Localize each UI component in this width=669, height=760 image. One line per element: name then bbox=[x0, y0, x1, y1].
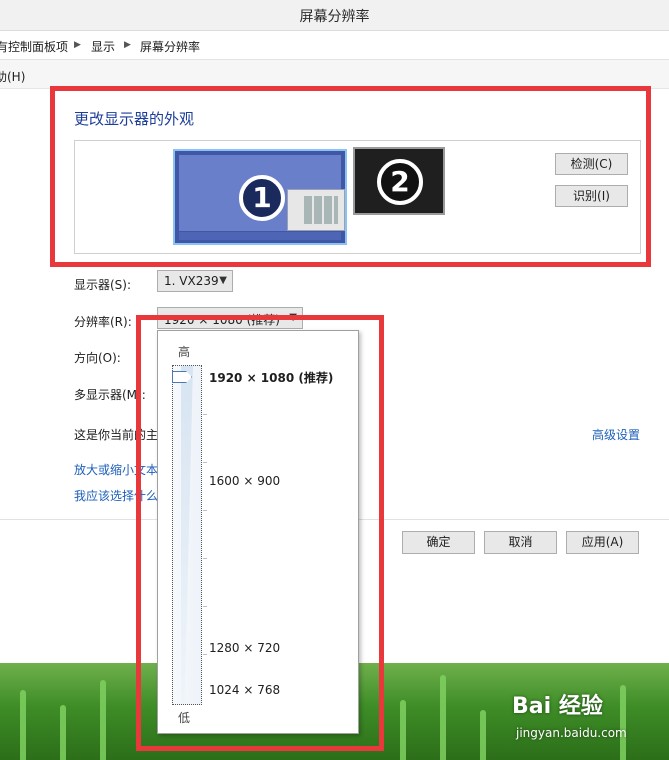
menu-bar: 助(H) bbox=[0, 60, 669, 89]
menu-help[interactable]: 助(H) bbox=[0, 68, 25, 85]
watermark-url: jingyan.baidu.com bbox=[516, 726, 627, 740]
cancel-button[interactable]: 取消 bbox=[484, 531, 557, 554]
display-select-value: 1. VX239 bbox=[164, 274, 219, 288]
chevron-right-icon: ▶ bbox=[74, 40, 81, 50]
chevron-right-icon: ▶ bbox=[124, 40, 131, 50]
display-label: 显示器(S): bbox=[74, 278, 132, 292]
breadcrumb-item-control-panel[interactable]: 有控制面板项 bbox=[0, 38, 68, 55]
apply-button[interactable]: 应用(A) bbox=[566, 531, 639, 554]
breadcrumb-item-resolution[interactable]: 屏幕分辨率 bbox=[140, 38, 200, 55]
advanced-settings-link[interactable]: 高级设置 bbox=[592, 426, 640, 443]
highlight-box-dropdown bbox=[136, 315, 384, 751]
title-bar: 屏幕分辨率 bbox=[0, 0, 669, 31]
orientation-label: 方向(O): bbox=[74, 351, 121, 365]
resolution-label: 分辨率(R): bbox=[74, 315, 132, 329]
display-select[interactable]: 1. VX239 ▼ bbox=[157, 270, 233, 292]
breadcrumb-item-display[interactable]: 显示 bbox=[91, 38, 115, 55]
chevron-down-icon: ▼ bbox=[219, 275, 227, 286]
breadcrumb: 有控制面板项 ▶ 显示 ▶ 屏幕分辨率 bbox=[0, 31, 669, 60]
highlight-box-monitor bbox=[50, 86, 651, 267]
ok-button[interactable]: 确定 bbox=[402, 531, 475, 554]
multi-display-label: 多显示器(M): bbox=[74, 388, 146, 402]
window-title: 屏幕分辨率 bbox=[299, 9, 370, 25]
watermark-brand: Bai 经验 bbox=[512, 694, 603, 719]
